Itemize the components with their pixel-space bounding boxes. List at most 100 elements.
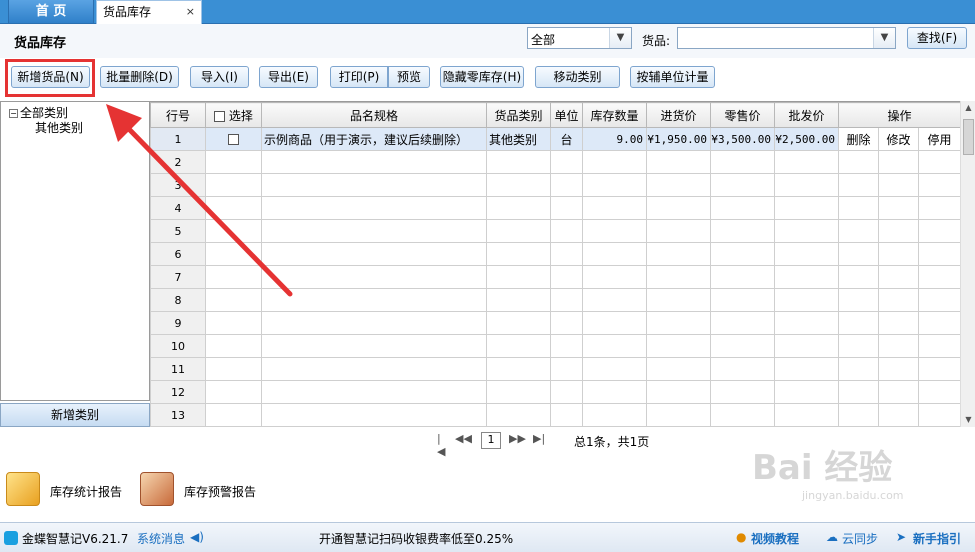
table-row[interactable]: 8 [150,288,960,312]
add-category-button[interactable]: 新增类别 [0,403,150,427]
print-button[interactable]: 打印(P) [330,66,388,88]
video-tutorial-link[interactable]: 视频教程 [751,530,799,547]
table-cell [838,196,879,220]
table-cell [710,242,775,266]
status-bar: 金蝶智慧记V6.21.7 系统消息 ◀) 开通智慧记扫码收银费率低至0.25% … [0,522,975,552]
row-checkbox[interactable] [228,134,239,145]
tab-inventory[interactable]: 货品库存 × [96,0,202,24]
table-cell [486,196,551,220]
close-icon[interactable]: × [186,1,195,23]
tree-node-other[interactable]: 其他类别 [35,119,83,136]
toolbar: 新增货品(N) 批量删除(D) 导入(I) 导出(E) 打印(P) 预览 隐藏零… [0,58,975,98]
table-cell [205,150,262,174]
table-cell [486,311,551,335]
table-cell [646,334,711,358]
table-cell [582,380,647,404]
header: 货品库存 全部 ▼ 货品: ▼ 查找(F) [0,24,975,58]
col-header-select[interactable]: 选择 [205,102,262,128]
category-select[interactable]: 全部 ▼ [527,27,632,49]
stock-stats-report[interactable]: 库存统计报告 [6,472,136,508]
table-cell [774,150,839,174]
hide-zero-stock-button[interactable]: 隐藏零库存(H) [440,66,524,88]
edit-link[interactable]: 修改 [878,127,919,151]
import-button[interactable]: 导入(I) [190,66,249,88]
tab-inventory-label: 货品库存 [103,5,152,19]
vertical-scrollbar[interactable]: ▲ ▼ [960,101,975,427]
disable-link[interactable]: 停用 [917,127,960,151]
cloud-sync-link[interactable]: 云同步 [842,530,878,547]
preview-button[interactable]: 预览 [388,66,430,88]
table-cell [486,150,551,174]
table-cell [838,357,879,381]
table-cell [878,403,919,427]
promo-notice[interactable]: 开通智慧记扫码收银费率低至0.25% [319,530,513,547]
search-button[interactable]: 查找(F) [907,27,967,49]
table-row[interactable]: 7 [150,265,960,289]
table-cell [917,311,960,335]
cell-unit: 台 [550,127,583,151]
table-cell [917,150,960,174]
table-row[interactable]: 9 [150,311,960,335]
table-cell [917,380,960,404]
table-cell [774,219,839,243]
table-cell [710,196,775,220]
scroll-thumb[interactable] [963,119,974,155]
select-all-checkbox[interactable] [214,110,226,122]
table-cell [582,288,647,312]
table-cell [261,311,487,335]
table-row[interactable]: 10 [150,334,960,358]
table-row[interactable]: 3 [150,173,960,197]
delete-link[interactable]: 删除 [838,127,879,151]
tab-home[interactable]: 首 页 [8,0,94,24]
system-message-link[interactable]: 系统消息 [137,530,185,547]
table-row[interactable]: 12 [150,380,960,404]
app-version: 金蝶智慧记V6.21.7 [22,532,129,546]
table-cell [838,403,879,427]
table-row[interactable]: 11 [150,357,960,381]
table-row[interactable]: 2 [150,150,960,174]
beginner-guide-link[interactable]: 新手指引 [913,530,961,547]
table-cell [917,242,960,266]
table-cell [582,196,647,220]
collapse-icon[interactable]: − [9,109,18,118]
play-icon: ● [736,530,747,544]
table-cell [550,173,583,197]
batch-delete-button[interactable]: 批量删除(D) [100,66,179,88]
next-page-icon[interactable]: ▶▶ [509,432,526,445]
last-page-icon[interactable]: ▶| [533,432,545,445]
table-cell [261,196,487,220]
cloud-sync-icon: ☁ [826,530,838,544]
scroll-down-icon[interactable]: ▼ [961,413,975,427]
goods-input[interactable]: ▼ [677,27,896,49]
stock-warning-report[interactable]: 库存预警报告 [140,472,270,508]
page-number-input[interactable]: 1 [481,432,501,449]
table-cell [486,357,551,381]
table-row[interactable]: 5 [150,219,960,243]
table-cell [550,150,583,174]
table-row[interactable]: 13 [150,403,960,427]
aux-unit-button[interactable]: 按辅单位计量 [630,66,715,88]
col-header: 库存数量 [582,102,647,128]
row-select[interactable] [205,127,262,151]
chevron-down-icon[interactable]: ▼ [873,28,895,48]
page-title: 货品库存 [14,36,67,51]
table-cell [261,357,487,381]
table-row[interactable]: 6 [150,242,960,266]
table-row[interactable]: 4 [150,196,960,220]
table-cell [646,380,711,404]
table-cell [582,311,647,335]
watermark-text: Bai 经验 [752,448,893,488]
prev-page-icon[interactable]: ◀◀ [455,432,472,445]
scroll-up-icon[interactable]: ▲ [961,101,975,115]
table-row[interactable]: 1 示例商品（用于演示，建议后续删除） 其他类别 台 9.00 ¥1,950.0… [150,127,960,151]
row-number: 12 [150,380,206,404]
chevron-down-icon[interactable]: ▼ [609,28,631,48]
goods-label: 货品: [642,34,671,48]
table-cell [486,265,551,289]
total-count: 总1条，共1页 [574,435,650,449]
move-category-button[interactable]: 移动类别 [535,66,620,88]
table-cell [917,403,960,427]
table-cell [582,357,647,381]
export-button[interactable]: 导出(E) [259,66,318,88]
first-page-icon[interactable]: |◀ [437,432,445,458]
